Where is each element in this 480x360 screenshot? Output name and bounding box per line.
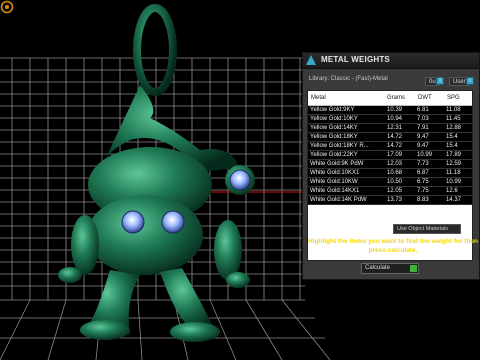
table-row[interactable]: White Gold:14KX1 12.05 7.75 12.6 [308,187,472,196]
grams-cell: 14.72 [387,143,403,149]
dwt-cell: 7.75 [417,188,429,194]
spg-cell: 15.4 [446,134,458,140]
metal-cell: Yellow Gold:9KY [310,107,355,113]
dwt-cell: 6.87 [417,170,429,176]
panel-titlebar[interactable]: METAL WEIGHTS [303,53,479,69]
units-toggle-icon[interactable]: i [436,77,444,85]
col-grams: Grams [387,95,405,101]
col-dwt: DWT [418,95,432,101]
dwt-cell: 7.91 [417,125,429,131]
dwt-cell: 7.03 [417,116,429,122]
table-row[interactable]: Yellow Gold:14KY 12.31 7.91 12.88 [308,124,472,133]
panel-title: METAL WEIGHTS [321,55,390,64]
metal-cell: White Gold:10KX1 [310,170,360,176]
table-header: Metal Grams DWT SPG [308,91,472,106]
col-spg: SPG [447,95,460,101]
scale-icon [306,55,316,65]
app-logo-icon [0,0,14,14]
metal-cell: Yellow Gold:14KY [310,125,358,131]
use-object-materials-dropdown[interactable]: Use Object Materials [393,224,461,234]
grams-cell: 12.05 [387,188,403,194]
dwt-cell: 8.83 [417,197,429,203]
table-row[interactable]: Yellow Gold:22KY 17.09 10.99 17.89 [308,151,472,160]
table-row[interactable]: White Gold:10KX1 10.68 6.87 11.18 [308,169,472,178]
metal-cell: Yellow Gold:22KY [310,152,358,158]
table-row[interactable]: Yellow Gold:10KY 10.94 7.03 11.45 [308,115,472,124]
dwt-cell: 9.47 [417,134,429,140]
table-row[interactable]: White Gold:10KW 10.50 6.75 10.99 [308,178,472,187]
calculate-label: Calculate [365,265,391,271]
spg-cell: 17.89 [446,152,462,158]
metal-cell: Yellow Gold:18KY R... [310,143,369,149]
dwt-cell: 6.75 [417,179,429,185]
spg-cell: 10.99 [446,179,462,185]
grams-cell: 13.73 [387,197,403,203]
spg-cell: 14.37 [446,197,462,203]
spg-cell: 12.59 [446,161,462,167]
metal-cell: Yellow Gold:18KY [310,134,358,140]
spg-cell: 11.45 [446,116,461,122]
metal-cell: White Gold:14KX1 [310,188,360,194]
table-row[interactable]: White Gold:14K PdW 13.73 8.83 14.37 [308,196,472,205]
spg-cell: 12.6 [446,188,458,194]
calculate-dropdown[interactable]: Calculate [361,263,419,274]
library-label: Library: Classic - (Fast)-Metal [309,76,388,82]
dwt-cell: 9.47 [417,143,429,149]
dwt-cell: 6.81 [417,107,429,113]
grams-cell: 10.39 [387,107,403,113]
spg-cell: 15.4 [446,143,458,149]
calculate-go-icon[interactable] [410,265,417,272]
grams-cell: 12.31 [387,125,403,131]
metal-table[interactable]: Metal Grams DWT SPG Yellow Gold:9KY 10.39… [307,90,473,261]
metal-cell: White Gold:10KW [310,179,358,185]
spg-cell: 12.88 [446,125,462,131]
metal-cell: White Gold:14K PdW [310,197,367,203]
metal-cell: Yellow Gold:10KY [310,116,358,122]
grams-cell: 10.68 [387,170,403,176]
hint-text: Highlight the items you want to find the… [307,238,479,254]
spg-cell: 11.18 [446,170,461,176]
table-row[interactable]: Yellow Gold:18KY 14.72 9.47 15.4 [308,133,472,142]
grams-cell: 10.94 [387,116,403,122]
table-row[interactable]: White Gold:9K PdW 12.03 7.73 12.59 [308,160,472,169]
metal-weights-panel: METAL WEIGHTS Library: Classic - (Fast)-… [302,52,480,280]
user-toggle-icon[interactable]: i [466,77,474,85]
grams-cell: 14.72 [387,134,403,140]
spg-cell: 11.08 [446,107,461,113]
grams-cell: 10.50 [387,179,403,185]
table-row[interactable]: Yellow Gold:9KY 10.39 6.81 11.08 [308,106,472,115]
metal-cell: White Gold:9K PdW [310,161,364,167]
table-body: Yellow Gold:9KY 10.39 6.81 11.08 Yellow Gold… [308,106,472,205]
grams-cell: 12.03 [387,161,403,167]
col-metal: Metal [311,95,326,101]
dwt-cell: 10.99 [417,152,433,158]
table-row[interactable]: Yellow Gold:18KY R... 14.72 9.47 15.4 [308,142,472,151]
dwt-cell: 7.73 [417,161,429,167]
grams-cell: 17.09 [387,152,403,158]
